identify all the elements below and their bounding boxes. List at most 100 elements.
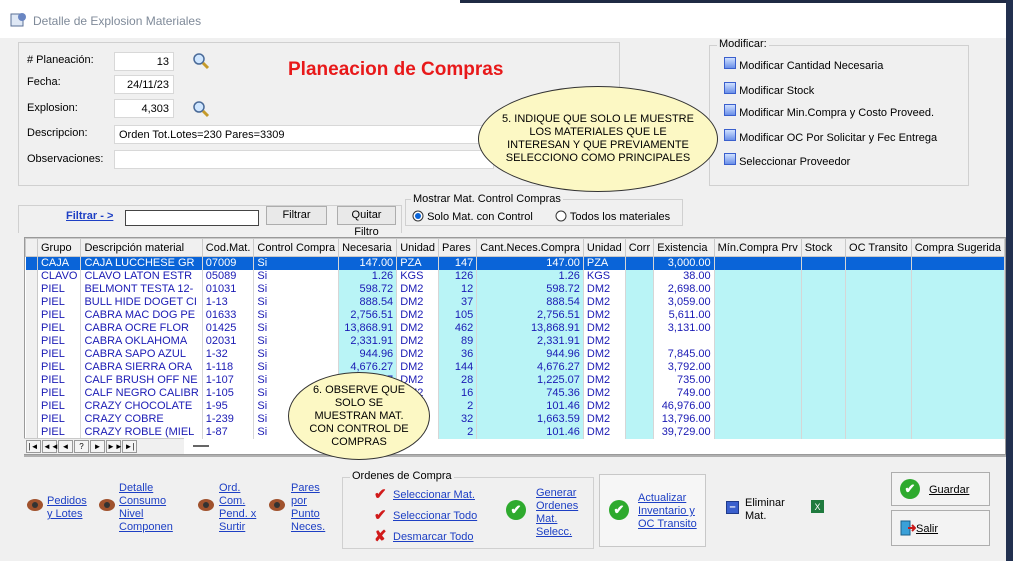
table-cell: 3,131.00 [653,322,715,335]
observaciones-field[interactable] [114,150,494,169]
column-header[interactable]: Descripción material [80,238,203,257]
solo-control-radio[interactable]: Solo Mat. con Control [412,210,533,225]
salir-button[interactable]: Salir [891,510,990,546]
table-cell: 1-32 [202,348,255,361]
column-header[interactable]: Cant.Neces.Compra [476,238,584,257]
table-row[interactable]: CAJA CAJA LUCCHESE GR 07009 Si 147.00 PZA 147 1… [25,256,1005,270]
column-header[interactable]: Cod.Mat. [201,238,255,257]
pedidos-lotes-link[interactable]: Pedidos y Lotes [47,495,92,521]
column-header[interactable]: Existencia [653,238,715,257]
fecha-label: Fecha: [27,76,61,88]
table-cell: 01031 [202,283,255,296]
quitar-filtro-button[interactable]: Quitar Filtro [337,206,396,238]
pares-punto-link[interactable]: Pares por Punto Neces. [291,482,331,534]
descripcion-label: Descripcion: [27,127,88,139]
table-cell [845,413,912,426]
seleccionar-proveedor-button[interactable]: Seleccionar Proveedor [724,153,937,175]
modificar-min-compra-label: Modificar Min.Compra y Costo Proveed. [739,107,935,119]
column-header[interactable]: Mín.Compra Prv [713,238,802,257]
navigator-button[interactable]: |◄ [26,440,41,453]
fecha-field[interactable]: 24/11/23 [114,75,174,94]
eliminar-mat-button[interactable]: Eliminar Mat. [745,497,789,523]
modificar-stock-button[interactable]: Modificar Stock [724,82,937,104]
table-cell: CABRA OCRE FLOR [80,322,203,335]
table-cell: 1-105 [202,387,255,400]
navigator-button[interactable]: ? [74,440,89,453]
navigator-button[interactable]: ◄ [58,440,73,453]
row-indicator[interactable] [25,400,38,413]
excel-icon[interactable]: X [810,499,825,514]
table-row[interactable]: PIELCALF NEGRO CALIBR1-105Si745.36DM2167… [25,387,1005,400]
modificar-oc-button[interactable]: Modificar OC Por Solicitar y Fec Entrega [724,129,937,153]
table-cell: Si [253,348,340,361]
column-header[interactable]: Stock [800,238,847,257]
todos-materiales-radio[interactable]: Todos los materiales [555,210,670,225]
table-row[interactable]: PIELCRAZY COBRE1-239Si1,663.59DM2321,663… [25,413,1005,426]
filter-input[interactable] [125,210,259,226]
table-cell [625,270,655,283]
navigator-button[interactable]: ► [90,440,105,453]
column-header[interactable]: Unidad [396,238,440,257]
materials-grid[interactable]: Grupo Descripción material Cod.Mat. Control… [24,237,1006,455]
search-explosion-icon[interactable] [192,100,210,118]
detalle-consumo-link[interactable]: Detalle Consumo Nivel Componen [119,482,175,534]
table-cell [911,387,1005,400]
column-header[interactable]: Compra Sugerida [910,238,1005,257]
navigator-button[interactable]: ►► [106,440,123,453]
planeacion-field[interactable]: 13 [114,52,174,71]
table-row[interactable]: PIEL CABRA OKLAHOMA 02031 Si 2,331.91 DM2 89 2,… [25,335,1005,348]
generar-ordenes-link[interactable]: Generar Ordenes Mat. Selecc. [536,487,580,539]
navigator-button[interactable]: ◄◄ [42,440,59,453]
seleccionar-todo-link[interactable]: Seleccionar Todo [393,510,477,523]
filtrar-button[interactable]: Filtrar [266,206,327,225]
column-header[interactable]: Corr [624,238,655,257]
svg-text:X: X [814,502,820,512]
table-cell [911,296,1005,309]
modificar-min-compra-button[interactable]: Modificar Min.Compra y Costo Proveed. [724,104,937,129]
table-row[interactable]: PIEL BULL HIDE DOGET CI 1-13 Si 888.54 DM2 37 8… [25,296,1005,309]
row-indicator[interactable] [25,335,38,348]
table-row[interactable]: CLAVO CLAVO LATON ESTR 05089 Si 1.26 KGS 126 1.… [25,270,1005,283]
table-row[interactable]: PIELCALF BRUSH OFF NE1-107Si1,225.07DM22… [25,374,1005,387]
descripcion-field[interactable]: Orden Tot.Lotes=230 Pares=3309 [114,125,494,144]
row-indicator[interactable] [25,413,38,426]
table-cell: 101.46 [476,400,584,413]
table-row[interactable]: PIEL CABRA SAPO AZUL 1-32 Si 944.96 DM2 36 944.… [25,348,1005,361]
desmarcar-todo-link[interactable]: Desmarcar Todo [393,531,474,544]
table-row[interactable]: PIEL CABRA MAC DOG PE 01633 Si 2,756.51 DM2 10… [25,309,1005,322]
column-header[interactable]: Control Compra [253,238,340,257]
row-indicator[interactable] [25,296,38,309]
table-row[interactable]: PIELCRAZY CHOCOLATE1-95Si101.46DM22101.4… [25,400,1005,413]
row-indicator[interactable] [25,270,38,283]
check-red-icon: ✔ [374,486,387,503]
column-header[interactable]: OC Transito [845,238,912,257]
column-header[interactable]: Grupo [36,238,82,257]
table-cell: 32 [438,413,478,426]
modify-icon [724,82,736,94]
explosion-field[interactable]: 4,303 [114,99,174,118]
table-row[interactable]: PIEL CABRA SIERRA ORA 1-118 Si 4,676.27 DM2 14… [25,361,1005,374]
navigator-button[interactable]: ►| [122,440,137,453]
row-indicator[interactable] [25,387,38,400]
table-cell: 3,792.00 [653,361,715,374]
table-cell: Si [253,270,340,283]
modificar-cantidad-button[interactable]: Modificar Cantidad Necesaria [724,57,937,82]
table-row[interactable]: PIEL CABRA OCRE FLOR 01425 Si 13,868.91 DM2 46… [25,322,1005,335]
table-cell: PIEL [37,361,82,374]
row-indicator[interactable] [25,256,38,270]
ord-com-pend-link[interactable]: Ord. Com. Pend. x Surtir [219,482,261,534]
seleccionar-mat-link[interactable]: Seleccionar Mat. [393,489,475,502]
row-indicator[interactable] [25,283,38,296]
row-indicator[interactable] [25,361,38,374]
column-header[interactable]: Unidad [582,238,626,257]
table-row[interactable]: PIEL BELMONT TESTA 12- 01031 Si 598.72 DM2 12 5… [25,283,1005,296]
row-indicator[interactable] [25,348,38,361]
table-cell: 2,331.91 [476,335,584,348]
row-indicator[interactable] [25,374,38,387]
guardar-button[interactable]: ✔ Guardar [891,472,990,506]
search-planeacion-icon[interactable] [192,52,210,70]
row-indicator[interactable] [25,322,38,335]
row-indicator[interactable] [25,309,38,322]
column-header[interactable]: Necesaria [338,238,398,257]
column-header[interactable]: Pares [438,238,478,257]
